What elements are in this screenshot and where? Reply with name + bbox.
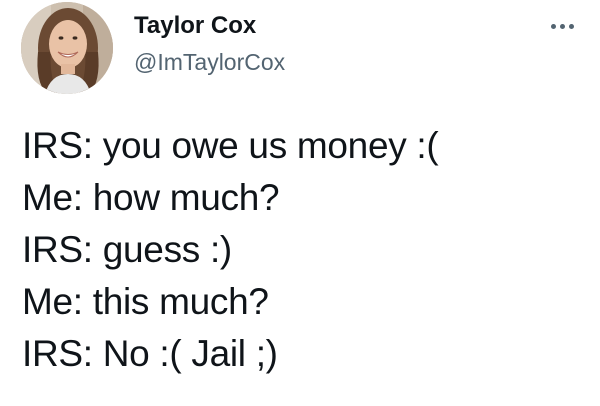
author-display-name[interactable]: Taylor Cox: [134, 12, 256, 40]
more-options-ellipsis-icon: [568, 23, 574, 29]
tweet-text-line: Me: how much?: [22, 177, 280, 218]
tweet-text: IRS: you owe us money :( Me: how much? I…: [22, 120, 582, 380]
more-options-ellipsis-icon: [559, 23, 565, 29]
tweet-card: Taylor Cox @ImTaylorCox IRS: you owe us …: [0, 0, 600, 406]
tweet-text-line: IRS: you owe us money :(: [22, 125, 439, 166]
tweet-text-line: IRS: No :( Jail ;): [22, 333, 278, 374]
more-options-ellipsis-icon: [550, 23, 556, 29]
more-options-button[interactable]: [544, 8, 580, 44]
avatar-photo-icon: [21, 2, 113, 94]
author-avatar[interactable]: [21, 2, 113, 94]
tweet-text-line: IRS: guess :): [22, 229, 232, 270]
author-handle[interactable]: @ImTaylorCox: [134, 49, 285, 76]
tweet-text-line: Me: this much?: [22, 281, 269, 322]
